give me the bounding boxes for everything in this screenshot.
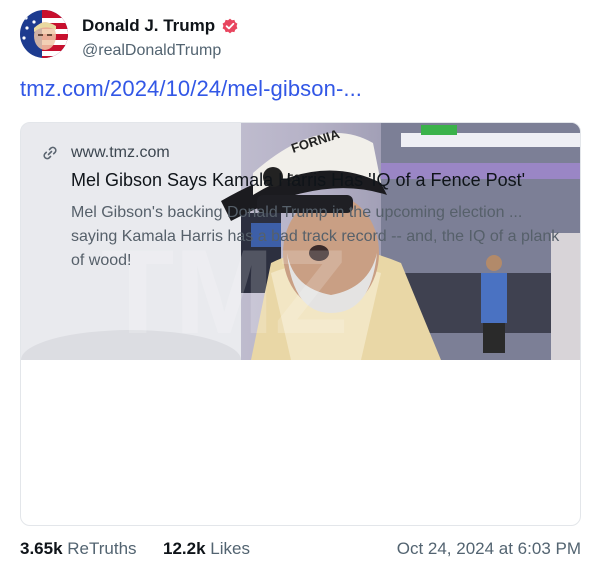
retruths-stat[interactable]: 3.65k ReTruths bbox=[20, 539, 137, 559]
link-icon bbox=[41, 144, 59, 162]
link-preview-card[interactable]: FORNIA 50 TMZ www.tmz.com Mel Gibson Say… bbox=[20, 122, 581, 526]
post-link[interactable]: tmz.com/2024/10/24/mel-gibson-... bbox=[20, 76, 362, 102]
post-timestamp[interactable]: Oct 24, 2024 at 6:03 PM bbox=[397, 539, 581, 559]
link-domain-row: www.tmz.com bbox=[41, 144, 170, 162]
likes-stat[interactable]: 12.2k Likes bbox=[163, 539, 250, 559]
post-header: Donald J. Trump @realDonaldTrump bbox=[20, 6, 580, 62]
link-description: Mel Gibson's backing Donald Trump in the… bbox=[71, 204, 560, 269]
link-domain: www.tmz.com bbox=[71, 144, 170, 161]
verified-badge-icon bbox=[221, 17, 239, 35]
author-name-row: Donald J. Trump bbox=[82, 16, 239, 36]
likes-count: 12.2k bbox=[163, 539, 206, 558]
link-title[interactable]: Mel Gibson Says Kamala Harris Has 'IQ of… bbox=[71, 170, 525, 191]
post-footer: 3.65k ReTruths 12.2k Likes Oct 24, 2024 … bbox=[20, 539, 581, 563]
likes-label: Likes bbox=[210, 539, 250, 558]
retruths-label: ReTruths bbox=[67, 539, 137, 558]
avatar[interactable] bbox=[20, 10, 68, 58]
retruths-count: 3.65k bbox=[20, 539, 63, 558]
author-handle[interactable]: @realDonaldTrump bbox=[82, 42, 221, 60]
author-display-name[interactable]: Donald J. Trump bbox=[82, 16, 215, 36]
